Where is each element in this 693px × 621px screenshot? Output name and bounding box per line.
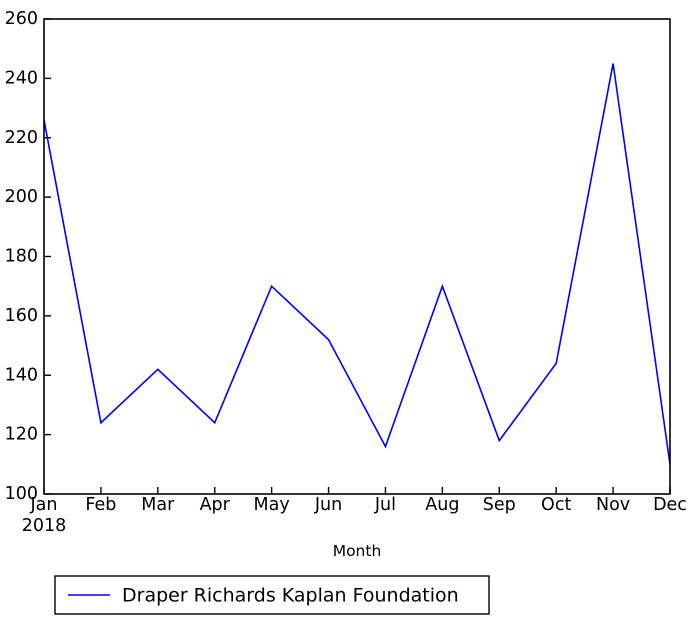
x-tick-label: Aug [425,495,459,515]
x-axis-title: Month [333,542,382,560]
x-tick-label: Apr [200,495,231,515]
x-tick-label: Sep [483,495,516,515]
x-tick-label: May [254,495,290,515]
x-tick-label: Dec [653,495,687,515]
x-tick-label: Jan [30,495,58,515]
x-tick-label: Jun [314,495,342,515]
x-axis-year-label: 2018 [22,516,67,536]
y-tick-label: 220 [5,128,38,148]
line-chart-canvas: 100120140160180200220240260 Jan Feb Mar Apr… [5,9,687,615]
y-tick-label: 260 [5,9,38,29]
y-tick-label: 200 [5,187,38,207]
x-tick-label: Nov [596,495,630,515]
y-tick-label: 240 [5,68,38,88]
x-tick-label: Mar [141,495,175,515]
x-tick-label: Oct [541,495,571,515]
y-tick-label: 140 [5,365,38,385]
chart-figure: 100 120 140 160 180 200 220 240 260 Jan Feb Mar Apr… [0,0,693,621]
y-tick-label: 180 [5,247,38,267]
y-tick-label: 120 [5,425,38,445]
x-tick-label: Jul [374,495,396,515]
chart-legend: Draper Richards Kaplan Foundation [54,575,490,615]
y-tick-label: 160 [5,306,38,326]
x-tick-label: Feb [85,495,116,515]
legend-label: Draper Richards Kaplan Foundation [122,585,459,607]
